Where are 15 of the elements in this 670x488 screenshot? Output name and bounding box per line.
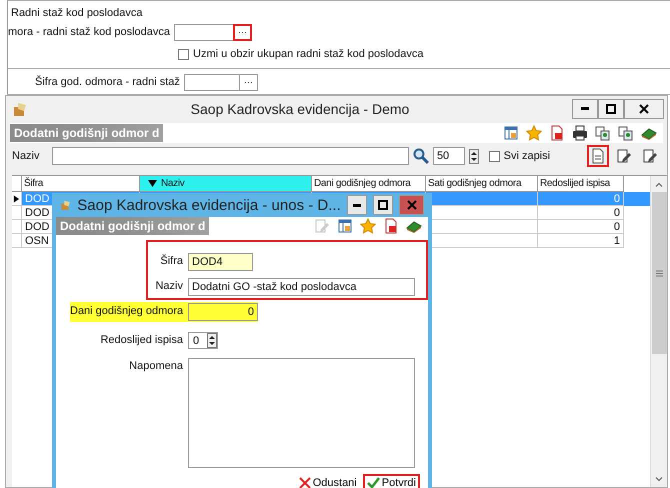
field-label: Redoslijed ispisa (99, 333, 183, 346)
section-header: Dodatni godišnji odmor d (10, 124, 164, 142)
group-title: Radni staž kod poslodavca (11, 7, 142, 19)
checkbox-label: Svi zapisi (504, 150, 552, 162)
field-label: Dani godišnjeg odmora (70, 304, 183, 317)
section-header: Dodatni godišnji odmor d (56, 217, 210, 235)
table-cell: 1 (538, 234, 624, 248)
window-title: Saop Kadrovska evidencija - Demo (190, 100, 410, 116)
field-label: mora - radni staž kod poslodavca (8, 26, 170, 38)
field-label: Šifra god. odmora - radni staž (35, 76, 180, 88)
field-label: Naziv (154, 279, 183, 292)
filter-label: Naziv (12, 150, 41, 162)
field-label: Šifra (159, 253, 183, 267)
field-label: Napomena (128, 359, 183, 372)
checkbox-label: Uzmi u obzir ukupan radni staž kod poslodavca (193, 48, 424, 60)
